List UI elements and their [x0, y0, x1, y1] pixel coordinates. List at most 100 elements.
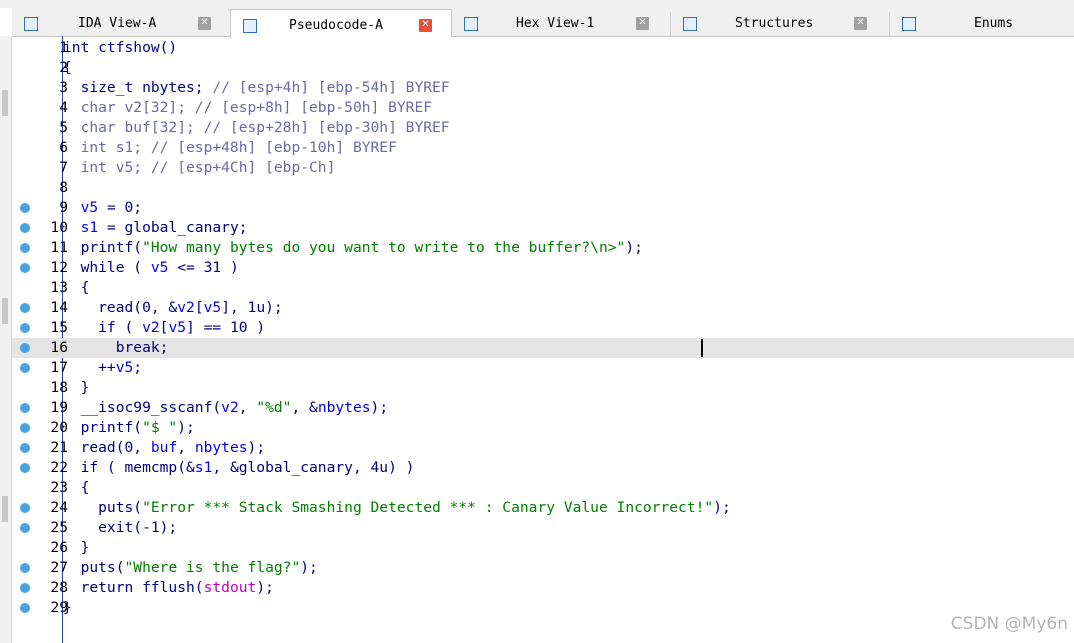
tab-pseudocode-a[interactable]: Pseudocode-A ✕	[230, 9, 452, 38]
code-line[interactable]: 4 char v2[32]; // [esp+8h] [ebp-50h] BYR…	[12, 98, 1074, 118]
code-token: ;	[133, 359, 143, 376]
breakpoint-dot-icon[interactable]	[20, 403, 30, 413]
code-token: , &global_canary, 4u) )	[212, 459, 415, 476]
breakpoint-dot-icon[interactable]	[20, 503, 30, 513]
pseudocode-editor[interactable]: 1 int ctfshow() 2{3 size_t nbytes; // [esp…	[12, 38, 1074, 618]
code-line[interactable]: 18 }	[12, 378, 1074, 398]
code-line[interactable]: 14 read(0, &v2[v5], 1u);	[12, 298, 1074, 318]
breakpoint-dot-icon[interactable]	[20, 303, 30, 313]
code-token: s1	[80, 219, 99, 236]
code-token: read(0, &	[63, 299, 178, 316]
scrollbar-mark	[2, 496, 8, 522]
pseudocode-icon	[243, 19, 257, 33]
code-line[interactable]: 6 int s1; // [esp+48h] [ebp-10h] BYREF	[12, 138, 1074, 158]
code-line[interactable]: 2{	[12, 58, 1074, 78]
code-line[interactable]: 8	[12, 178, 1074, 198]
code-line[interactable]: 12 while ( v5 <= 31 )	[12, 258, 1074, 278]
code-line[interactable]: 24 puts("Error *** Stack Smashing Detect…	[12, 498, 1074, 518]
code-token: v2	[221, 399, 239, 416]
code-token: // [esp+4h] [ebp-54h] BYREF	[212, 79, 450, 96]
code-token: stdout	[203, 579, 257, 596]
breakpoint-dot-icon[interactable]	[20, 583, 30, 593]
code-line[interactable]: 28 return fflush(stdout);	[12, 578, 1074, 598]
tab-structures[interactable]: Structures ✕	[671, 12, 889, 36]
code-line[interactable]: 25 exit(-1);	[12, 518, 1074, 538]
code-line[interactable]: 21 read(0, buf, nbytes);	[12, 438, 1074, 458]
code-text: {	[63, 278, 90, 298]
code-token: int v5; // [esp+4Ch] [ebp-Ch]	[63, 159, 336, 176]
close-icon[interactable]: ✕	[854, 17, 867, 30]
code-text: printf("$ ");	[63, 418, 195, 438]
code-token: );	[256, 579, 274, 596]
code-line[interactable]: 23 {	[12, 478, 1074, 498]
scrollbar-mark	[2, 90, 8, 116]
code-line[interactable]: 5 char buf[32]; // [esp+28h] [ebp-30h] B…	[12, 118, 1074, 138]
code-token: if ( memcmp(&	[63, 459, 195, 476]
text-cursor	[701, 339, 703, 357]
code-token: {	[63, 279, 90, 296]
code-token: nbytes	[194, 439, 248, 456]
code-line[interactable]: 10 s1 = global_canary;	[12, 218, 1074, 238]
ida-view-icon	[24, 17, 38, 31]
code-line[interactable]: 20 printf("$ ");	[12, 418, 1074, 438]
code-token: while (	[63, 259, 151, 276]
code-text: __isoc99_sscanf(v2, "%d", &nbytes);	[63, 398, 389, 418]
code-token: );	[370, 399, 389, 416]
code-line[interactable]: 19 __isoc99_sscanf(v2, "%d", &nbytes);	[12, 398, 1074, 418]
code-line[interactable]: 16 break;	[12, 338, 1074, 358]
code-line[interactable]: 26 }	[12, 538, 1074, 558]
code-line[interactable]: 17 ++v5;	[12, 358, 1074, 378]
code-line[interactable]: 9 v5 = 0;	[12, 198, 1074, 218]
code-text: break;	[63, 338, 169, 358]
code-line[interactable]: 1 int ctfshow()	[12, 38, 1074, 58]
code-token: );	[247, 439, 266, 456]
breakpoint-dot-icon[interactable]	[20, 323, 30, 333]
breakpoint-dot-icon[interactable]	[20, 263, 30, 273]
breakpoint-dot-icon[interactable]	[20, 603, 30, 613]
code-line[interactable]: 22 if ( memcmp(&s1, &global_canary, 4u) …	[12, 458, 1074, 478]
tab-hex-view-1[interactable]: Hex View-1 ✕	[452, 12, 670, 36]
breakpoint-dot-icon[interactable]	[20, 203, 30, 213]
tab-label: Hex View-1	[516, 16, 595, 31]
breakpoint-dot-icon[interactable]	[20, 443, 30, 453]
code-token: v5	[115, 359, 134, 376]
tab-ida-view-a[interactable]: IDA View-A ✕	[12, 12, 230, 36]
code-text: }	[63, 538, 90, 558]
left-scrollbar[interactable]	[0, 36, 12, 643]
line-number: 8	[59, 179, 68, 196]
code-token: v2	[177, 299, 195, 316]
breakpoint-dot-icon[interactable]	[20, 463, 30, 473]
close-icon[interactable]: ✕	[198, 17, 211, 30]
code-text: }	[63, 378, 90, 398]
breakpoint-dot-icon[interactable]	[20, 223, 30, 233]
code-token: <= 31 )	[168, 259, 239, 276]
code-token: = 0;	[98, 199, 143, 216]
tab-enums[interactable]: Enums	[890, 12, 1074, 36]
code-line[interactable]: 13 {	[12, 278, 1074, 298]
code-line[interactable]: 27 puts("Where is the flag?");	[12, 558, 1074, 578]
breakpoint-dot-icon[interactable]	[20, 243, 30, 253]
breakpoint-dot-icon[interactable]	[20, 523, 30, 533]
breakpoint-dot-icon[interactable]	[20, 343, 30, 353]
breakpoint-dot-icon[interactable]	[20, 363, 30, 373]
code-line[interactable]: 7 int v5; // [esp+4Ch] [ebp-Ch]	[12, 158, 1074, 178]
code-token: __isoc99_sscanf(	[63, 399, 222, 416]
code-token: exit(-1);	[63, 519, 178, 536]
code-token: "Error *** Stack Smashing Detected *** :…	[142, 499, 714, 516]
code-line[interactable]: 15 if ( v2[v5] == 10 )	[12, 318, 1074, 338]
code-line[interactable]: 3 size_t nbytes; // [esp+4h] [ebp-54h] B…	[12, 78, 1074, 98]
tab-bar: IDA View-A ✕ Pseudocode-A ✕ Hex View-1 ✕…	[12, 8, 1074, 38]
code-line[interactable]: 29}	[12, 598, 1074, 618]
code-text: int v5; // [esp+4Ch] [ebp-Ch]	[63, 158, 336, 178]
code-text: char buf[32]; // [esp+28h] [ebp-30h] BYR…	[63, 118, 450, 138]
code-token: {	[63, 479, 90, 496]
close-icon[interactable]: ✕	[419, 19, 432, 32]
code-text: if ( memcmp(&s1, &global_canary, 4u) )	[63, 458, 415, 478]
breakpoint-dot-icon[interactable]	[20, 423, 30, 433]
breakpoint-dot-icon[interactable]	[20, 563, 30, 573]
close-icon[interactable]: ✕	[636, 17, 649, 30]
code-line[interactable]: 11 printf("How many bytes do you want to…	[12, 238, 1074, 258]
code-token: ] == 10 )	[186, 319, 266, 336]
code-text: {	[63, 478, 90, 498]
